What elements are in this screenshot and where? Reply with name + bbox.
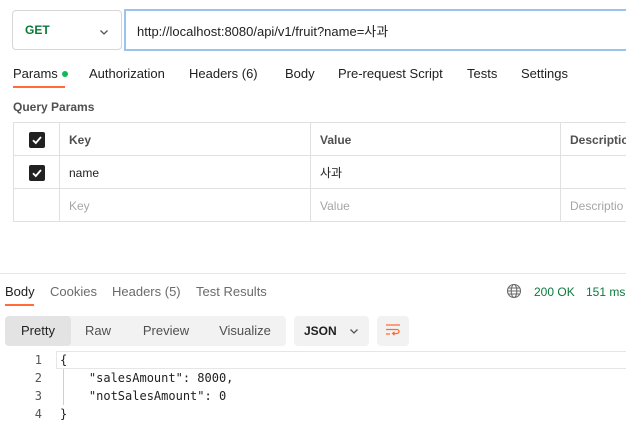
query-params-title: Query Params <box>13 100 95 114</box>
table-header-row: Key Value Descriptio <box>14 123 626 156</box>
code-line: 3 "notSalesAmount": 0 <box>0 387 626 405</box>
url-text: http://localhost:8080/api/v1/fruit?name=… <box>137 23 389 39</box>
tab-pre-request-script[interactable]: Pre-request Script <box>338 66 443 81</box>
method-select[interactable]: GET <box>12 10 122 50</box>
empty-checkbox-cell <box>14 189 60 222</box>
code-text: "notSalesAmount": 0 <box>60 389 227 403</box>
select-all-checkbox[interactable] <box>14 123 60 156</box>
response-status[interactable]: 200 OK <box>534 285 575 299</box>
pane-divider[interactable] <box>0 273 626 274</box>
format-label: JSON <box>304 324 337 338</box>
checkbox-checked-icon <box>28 164 45 181</box>
column-header-description: Descriptio <box>570 132 626 147</box>
line-number: 3 <box>34 389 42 403</box>
code-line: 4 } <box>0 405 626 423</box>
active-tab-indicator <box>13 86 65 88</box>
method-label: GET <box>25 23 50 37</box>
view-mode-group: Pretty Raw Preview Visualize <box>5 316 286 346</box>
line-number: 4 <box>34 407 42 421</box>
tab-params[interactable]: Params <box>13 66 68 81</box>
line-number: 2 <box>34 371 42 385</box>
query-params-table: Key Value Descriptio name 사과 Key Value D… <box>13 122 626 222</box>
wrap-lines-button[interactable] <box>377 316 409 346</box>
globe-icon[interactable] <box>506 283 522 302</box>
active-dot-icon <box>61 70 68 77</box>
column-header-value: Value <box>311 123 561 156</box>
response-body-editor[interactable]: 1 { 2 "salesAmount": 8000, 3 "notSalesAm… <box>0 351 626 423</box>
response-tab-headers[interactable]: Headers (5) <box>112 284 181 299</box>
code-line: 1 { <box>0 351 626 369</box>
code-line: 2 "salesAmount": 8000, <box>0 369 626 387</box>
code-text: "salesAmount": 8000, <box>60 371 234 385</box>
new-description-input[interactable]: Descriptio <box>561 189 626 222</box>
response-active-tab-indicator <box>5 304 34 306</box>
param-value-cell[interactable]: 사과 <box>311 156 561 189</box>
tab-settings[interactable]: Settings <box>521 66 568 81</box>
code-text: { <box>60 353 68 367</box>
chevron-down-icon <box>349 325 359 339</box>
checkbox-checked-icon <box>28 131 45 148</box>
chevron-down-icon <box>99 25 109 40</box>
tab-tests[interactable]: Tests <box>467 66 497 81</box>
wrap-lines-icon <box>385 323 401 340</box>
format-select[interactable]: JSON <box>294 316 369 346</box>
new-key-input[interactable]: Key <box>60 189 311 222</box>
view-pretty-button[interactable]: Pretty <box>5 316 71 346</box>
response-time[interactable]: 151 ms <box>586 285 625 299</box>
response-tab-test-results[interactable]: Test Results <box>196 284 267 299</box>
line-number: 1 <box>34 353 42 367</box>
response-tab-cookies[interactable]: Cookies <box>50 284 97 299</box>
response-tab-body[interactable]: Body <box>5 284 35 299</box>
table-row-empty: Key Value Descriptio <box>14 189 626 222</box>
column-header-key: Key <box>60 123 311 156</box>
table-row: name 사과 <box>14 156 626 189</box>
param-enabled-checkbox[interactable] <box>14 156 60 189</box>
code-text: } <box>60 407 68 421</box>
view-preview-button[interactable]: Preview <box>129 316 203 346</box>
tab-headers[interactable]: Headers (6) <box>189 66 258 81</box>
view-visualize-button[interactable]: Visualize <box>205 316 285 346</box>
view-raw-button[interactable]: Raw <box>71 316 125 346</box>
url-input[interactable]: http://localhost:8080/api/v1/fruit?name=… <box>124 9 626 51</box>
param-key-cell[interactable]: name <box>60 156 311 189</box>
tab-params-label: Params <box>13 66 58 81</box>
tab-authorization[interactable]: Authorization <box>89 66 165 81</box>
new-value-input[interactable]: Value <box>311 189 561 222</box>
tab-body[interactable]: Body <box>285 66 315 81</box>
param-description-cell[interactable] <box>561 156 626 189</box>
